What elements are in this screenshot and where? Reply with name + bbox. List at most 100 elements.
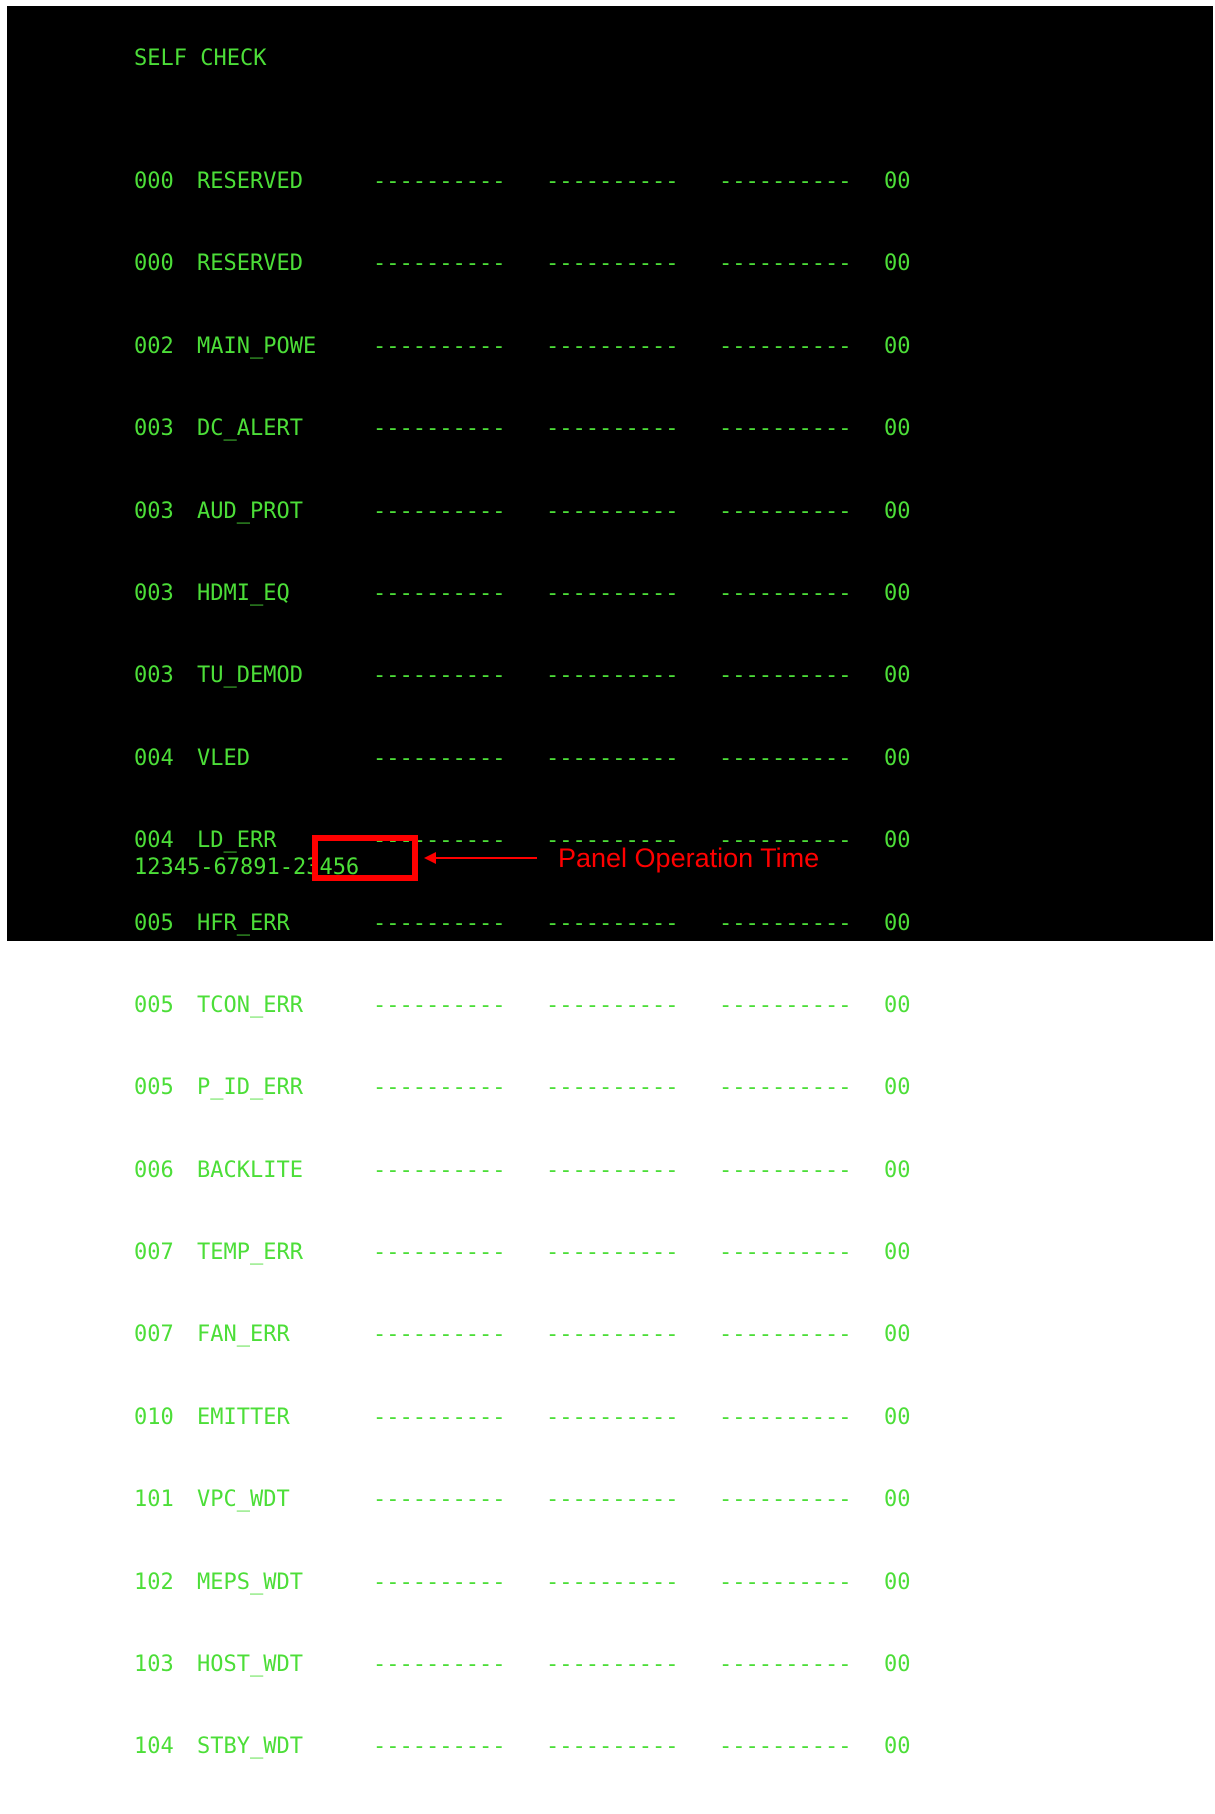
- history-col-3: ----------: [719, 1322, 852, 1348]
- history-col-1: ----------: [373, 251, 506, 277]
- history-col-2: ----------: [546, 1240, 679, 1266]
- list-item: 102 MEPS_WDT ---------- ---------- ---------…: [134, 1567, 924, 1599]
- history-col-1: ----------: [373, 745, 506, 771]
- list-item: 003 TU_DEMOD ---------- ---------- ---------…: [134, 660, 924, 692]
- history-col-2: ----------: [546, 333, 679, 359]
- history-col-3: ----------: [719, 1075, 852, 1101]
- history-col-2: ----------: [546, 1652, 679, 1678]
- error-code: 102: [134, 1569, 174, 1595]
- item-name: P_ID_ERR: [197, 1075, 303, 1101]
- item-name: HDMI_EQ: [197, 580, 290, 606]
- history-col-1: ----------: [373, 333, 506, 359]
- error-code: 003: [134, 663, 174, 689]
- history-col-2: ----------: [546, 1734, 679, 1760]
- error-code: 005: [134, 910, 174, 936]
- error-count: 00: [884, 1322, 911, 1348]
- error-count: 00: [884, 745, 911, 771]
- history-col-2: ----------: [546, 580, 679, 606]
- error-code: 000: [134, 251, 174, 277]
- history-col-3: ----------: [719, 1652, 852, 1678]
- item-name: TU_DEMOD: [197, 663, 303, 689]
- history-col-3: ----------: [719, 663, 852, 689]
- history-col-3: ----------: [719, 992, 852, 1018]
- list-item: 003 AUD_PROT ---------- ---------- ---------…: [134, 496, 924, 528]
- history-col-3: ----------: [719, 1240, 852, 1266]
- history-col-1: ----------: [373, 416, 506, 442]
- error-count: 00: [884, 251, 911, 277]
- error-count: 00: [884, 333, 911, 359]
- history-col-2: ----------: [546, 251, 679, 277]
- history-col-2: ----------: [546, 1487, 679, 1513]
- list-item: 006 BACKLITE ---------- ---------- ---------…: [134, 1155, 924, 1187]
- item-name: TEMP_ERR: [197, 1240, 303, 1266]
- item-name: HFR_ERR: [197, 910, 290, 936]
- item-name: MAIN_POWE: [197, 333, 317, 359]
- error-code: 010: [134, 1404, 174, 1430]
- history-col-1: ----------: [373, 1322, 506, 1348]
- callout-label: Panel Operation Time: [558, 843, 820, 873]
- list-item: 000 RESERVED ---------- ---------- ---------…: [134, 248, 924, 280]
- history-col-1: ----------: [373, 580, 506, 606]
- error-code: 006: [134, 1157, 174, 1183]
- list-item: 005 TCON_ERR ---------- ---------- ---------…: [134, 990, 924, 1022]
- list-item: 000 RESERVED ---------- ---------- ---------…: [134, 166, 924, 198]
- list-item: 005 P_ID_ERR ---------- ---------- ---------…: [134, 1072, 924, 1104]
- history-col-1: ----------: [373, 1487, 506, 1513]
- history-col-2: ----------: [546, 745, 679, 771]
- history-col-3: ----------: [719, 910, 852, 936]
- error-count: 00: [884, 1569, 911, 1595]
- screen-title: SELF CHECK: [134, 46, 267, 71]
- error-code: 104: [134, 1734, 174, 1760]
- item-name: EMITTER: [197, 1404, 290, 1430]
- error-count: 00: [884, 1652, 911, 1678]
- error-count: 00: [884, 992, 911, 1018]
- history-col-1: ----------: [373, 1652, 506, 1678]
- item-name: STBY_WDT: [197, 1734, 303, 1760]
- history-col-1: ----------: [373, 1075, 506, 1101]
- error-count: 00: [884, 1487, 911, 1513]
- error-count: 00: [884, 828, 911, 854]
- history-col-1: ----------: [373, 1734, 506, 1760]
- list-item: 010 EMITTER ---------- ---------- ----------…: [134, 1402, 924, 1434]
- list-item: 007 FAN_ERR ---------- ---------- ----------…: [134, 1319, 924, 1351]
- error-code: 103: [134, 1652, 174, 1678]
- history-col-2: ----------: [546, 416, 679, 442]
- history-col-1: ----------: [373, 169, 506, 194]
- error-count: 00: [884, 1157, 911, 1183]
- error-count: 00: [884, 663, 911, 689]
- error-code: 003: [134, 498, 174, 524]
- item-name: MEPS_WDT: [197, 1569, 303, 1595]
- list-item: 103 HOST_WDT ---------- ---------- ---------…: [134, 1649, 924, 1681]
- error-code: 003: [134, 416, 174, 442]
- history-col-3: ----------: [719, 416, 852, 442]
- callout-arrow: [427, 857, 537, 859]
- history-col-3: ----------: [719, 169, 852, 194]
- item-name: AUD_PROT: [197, 498, 303, 524]
- error-count: 00: [884, 416, 911, 442]
- error-count: 00: [884, 1404, 911, 1430]
- list-item: 003 HDMI_EQ ---------- ---------- ----------…: [134, 578, 924, 610]
- history-col-1: ----------: [373, 1569, 506, 1595]
- history-col-2: ----------: [546, 663, 679, 689]
- item-name: RESERVED: [197, 251, 303, 277]
- list-item: 104 STBY_WDT ---------- ---------- ---------…: [134, 1731, 924, 1763]
- history-col-2: ----------: [546, 910, 679, 936]
- error-count: 00: [884, 910, 911, 936]
- history-col-3: ----------: [719, 1157, 852, 1183]
- history-col-3: ----------: [719, 1569, 852, 1595]
- history-col-2: ----------: [546, 1075, 679, 1101]
- error-count: 00: [884, 1734, 911, 1760]
- history-col-3: ----------: [719, 498, 852, 524]
- item-name: HOST_WDT: [197, 1652, 303, 1678]
- history-col-3: ----------: [719, 1404, 852, 1430]
- history-col-3: ----------: [719, 580, 852, 606]
- error-count: 00: [884, 169, 911, 194]
- error-code: 000: [134, 169, 174, 194]
- history-col-1: ----------: [373, 1240, 506, 1266]
- error-code: 007: [134, 1240, 174, 1266]
- list-item: 005 HFR_ERR ---------- ---------- ----------…: [134, 908, 924, 940]
- list-item: 003 DC_ALERT ---------- ---------- ---------…: [134, 413, 924, 445]
- serial-prefix: 12345-67891-: [134, 855, 293, 880]
- error-code: 005: [134, 1075, 174, 1101]
- error-code: 002: [134, 333, 174, 359]
